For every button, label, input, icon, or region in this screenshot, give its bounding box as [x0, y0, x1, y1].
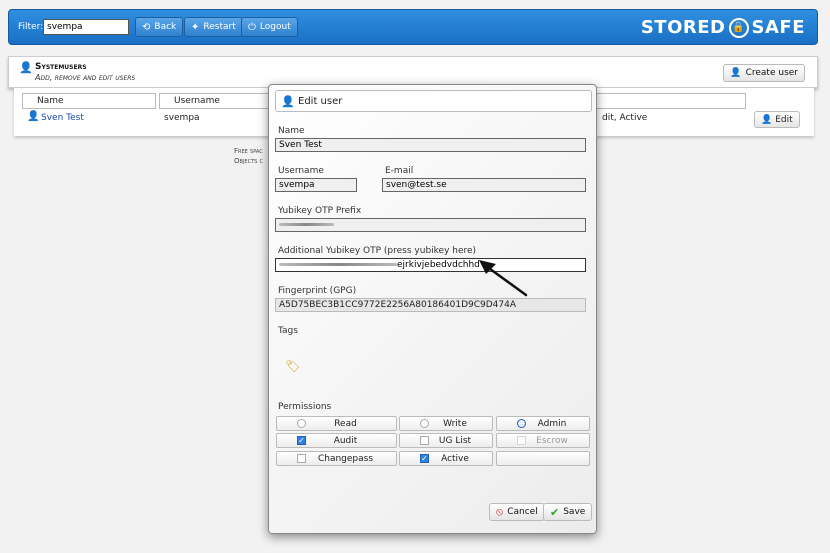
- fingerprint-label: Fingerprint (GPG): [278, 286, 357, 296]
- arrow-pointer-icon: [479, 260, 528, 297]
- filter-input[interactable]: [43, 19, 129, 35]
- user-row-icon: 👤: [27, 111, 40, 122]
- user-icon: 👤: [19, 61, 33, 74]
- filter-label: Filter:: [18, 22, 44, 32]
- edit-user-dialog: 👤 Edit user Name Sven Test Username svem…: [268, 84, 597, 534]
- otp-prefix-label: Yubikey OTP Prefix: [278, 206, 362, 216]
- edit-button[interactable]: 👤 Edit: [754, 111, 800, 128]
- user-row-status: dit, Active: [602, 113, 648, 123]
- save-check-icon: ✔: [550, 505, 560, 519]
- create-user-icon: 👤: [730, 68, 742, 78]
- tag-icon[interactable]: 🏷: [285, 359, 300, 373]
- otp-additional-label: Additional Yubikey OTP (press yubikey he…: [278, 246, 477, 256]
- logout-label: Logout: [259, 22, 291, 32]
- otp-additional-field[interactable]: ejrkivjebedvdchhd: [275, 258, 586, 272]
- panel-subtitle: Add, remove and edit users: [35, 73, 136, 82]
- uglist-label: UG List: [438, 436, 472, 446]
- edit-user-icon: 👤: [281, 95, 295, 108]
- restart-button[interactable]: ✦ Restart: [184, 17, 243, 37]
- permission-read[interactable]: Read: [276, 416, 397, 431]
- restart-icon: ✦: [191, 21, 200, 33]
- permission-changepass[interactable]: Changepass: [276, 451, 397, 466]
- create-user-label: Create user: [745, 68, 798, 78]
- changepass-label: Changepass: [317, 454, 374, 464]
- panel-title: Systemusers: [35, 62, 87, 72]
- cancel-label: Cancel: [507, 507, 538, 517]
- top-bar: Filter: ⟲ Back ✦ Restart ⏻ Logout STORED…: [8, 9, 818, 45]
- escrow-label: Escrow: [536, 436, 568, 446]
- edit-label: Edit: [775, 114, 793, 125]
- read-label: Read: [334, 419, 357, 429]
- cancel-icon: ⦸: [496, 505, 504, 518]
- redacted-value: [279, 263, 397, 266]
- save-label: Save: [563, 507, 586, 517]
- permission-write[interactable]: Write: [399, 416, 493, 431]
- write-label: Write: [443, 419, 467, 429]
- audit-label: Audit: [333, 436, 358, 446]
- user-row-username: svempa: [164, 113, 200, 123]
- permission-empty-cell: [496, 451, 590, 466]
- restart-label: Restart: [203, 22, 236, 32]
- stats-text: Free spac Objects c: [234, 146, 263, 166]
- column-header-username[interactable]: Username: [159, 93, 279, 109]
- username-field[interactable]: svempa: [275, 178, 357, 192]
- permission-escrow: Escrow: [496, 433, 590, 448]
- active-label: Active: [441, 454, 469, 464]
- logout-icon: ⏻: [248, 21, 256, 33]
- logout-button[interactable]: ⏻ Logout: [241, 17, 298, 37]
- tags-label: Tags: [278, 326, 298, 336]
- email-field[interactable]: sven@test.se: [382, 178, 586, 192]
- email-label: E-mail: [385, 166, 414, 176]
- back-label: Back: [154, 22, 177, 32]
- save-button[interactable]: ✔ Save: [543, 503, 593, 521]
- permission-audit[interactable]: ✓ Audit: [276, 433, 397, 448]
- back-icon: ⟲: [142, 21, 151, 33]
- column-header-name[interactable]: Name: [22, 93, 156, 109]
- redacted-value: [279, 223, 334, 226]
- permission-admin[interactable]: Admin: [496, 416, 590, 431]
- name-field[interactable]: Sven Test: [275, 138, 586, 152]
- logo-text-left: STORED: [640, 17, 726, 38]
- edit-user-icon: 👤: [761, 114, 773, 125]
- otp-prefix-field[interactable]: [275, 218, 586, 232]
- logo-text-right: SAFE: [751, 17, 805, 38]
- free-space-text: Free spac: [234, 147, 263, 155]
- lock-icon: 🔒: [728, 17, 749, 38]
- permissions-label: Permissions: [278, 402, 332, 412]
- objects-text: Objects c: [234, 157, 264, 165]
- cancel-button[interactable]: ⦸ Cancel: [489, 503, 545, 521]
- fingerprint-field: A5D75BEC3B1CC9772E2256A80186401D9C9D474A: [275, 298, 586, 312]
- username-label: Username: [278, 166, 324, 176]
- permission-active[interactable]: ✓ Active: [399, 451, 493, 466]
- dialog-title: Edit user: [298, 96, 343, 107]
- storedsafe-logo: STORED 🔒 SAFE: [641, 17, 805, 38]
- name-label: Name: [278, 126, 305, 136]
- otp-additional-value: ejrkivjebedvdchhd: [397, 260, 480, 270]
- column-header-extra[interactable]: [596, 93, 746, 109]
- admin-label: Admin: [537, 419, 567, 429]
- user-row-name[interactable]: Sven Test: [41, 113, 84, 123]
- dialog-header: 👤 Edit user: [275, 90, 592, 112]
- create-user-button[interactable]: 👤 Create user: [723, 64, 805, 82]
- permission-uglist[interactable]: UG List: [399, 433, 493, 448]
- back-button[interactable]: ⟲ Back: [135, 17, 184, 37]
